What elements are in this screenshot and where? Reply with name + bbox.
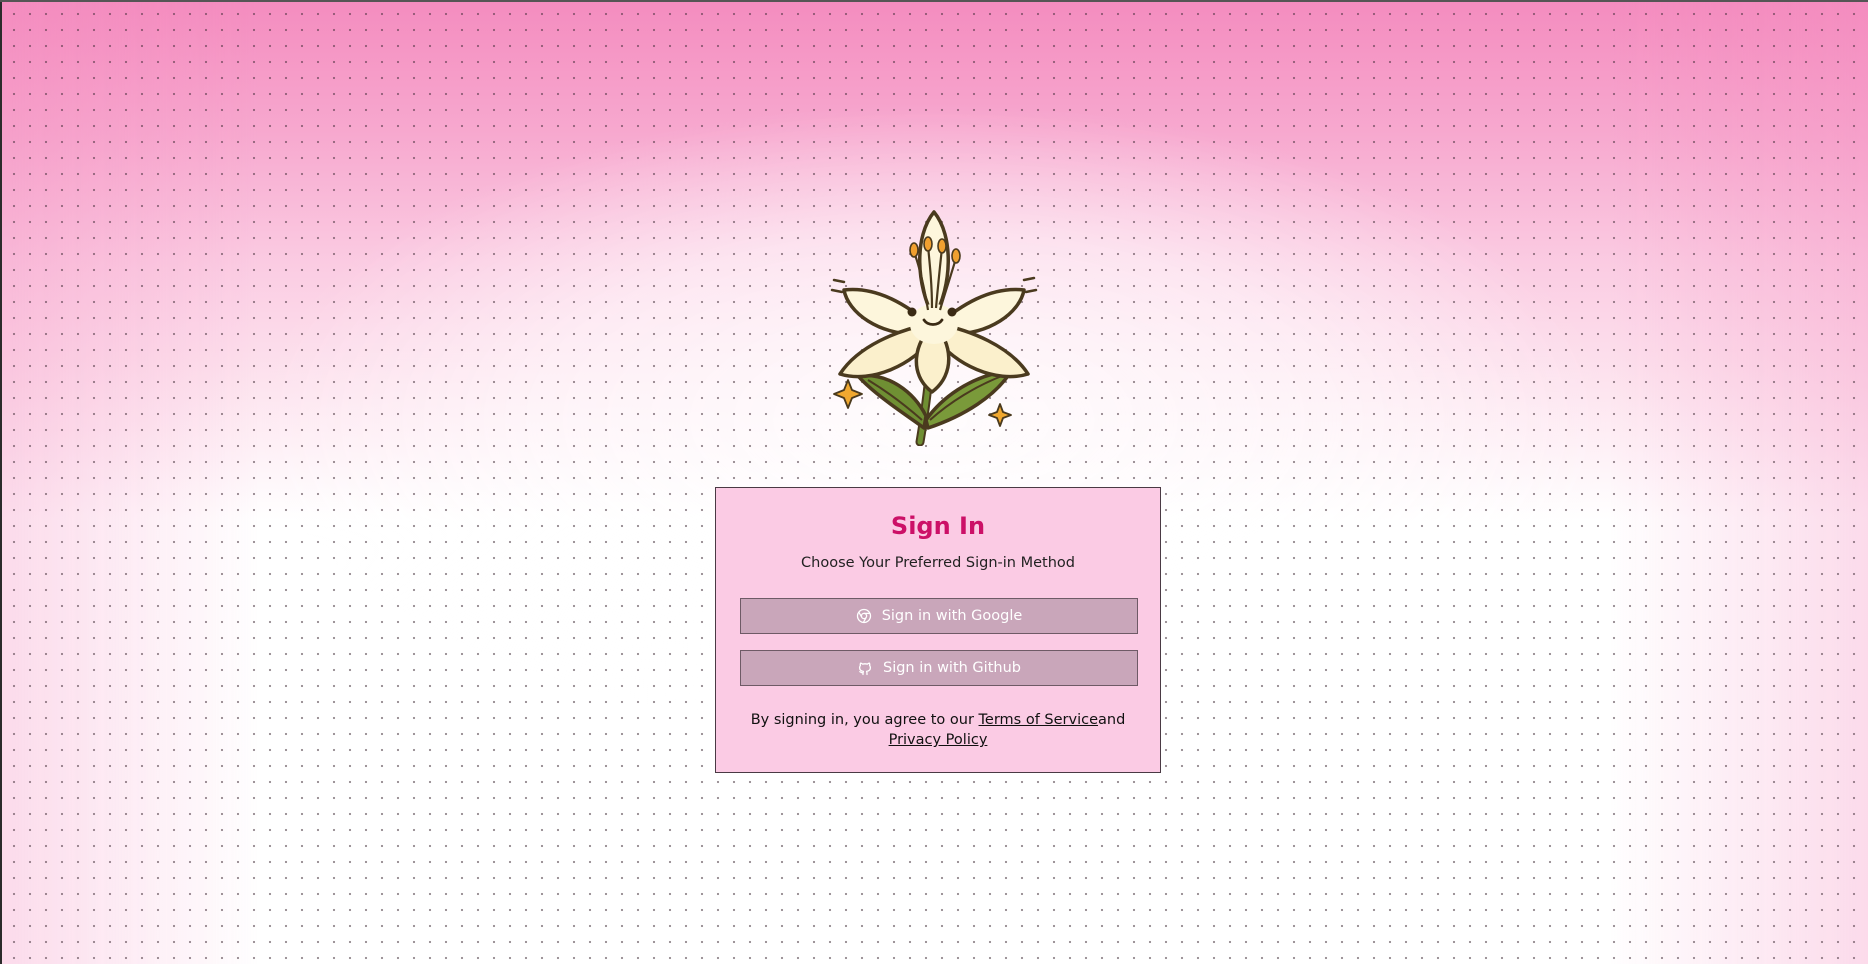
legal-prefix: By signing in, you agree to our: [750, 712, 979, 728]
card-subtitle: Choose Your Preferred Sign-in Method: [801, 555, 1075, 571]
dot-grid-pattern: [0, 0, 1868, 964]
window-edge-top: [0, 0, 1868, 2]
terms-of-service-link[interactable]: Terms of Service: [979, 712, 1098, 728]
chrome-icon: [856, 608, 872, 624]
github-icon: [857, 660, 873, 676]
window-edge-left: [0, 0, 2, 964]
legal-connector: and: [1098, 712, 1126, 728]
sign-in-google-button[interactable]: Sign in with Google: [740, 598, 1138, 634]
card-title: Sign In: [890, 512, 986, 540]
sign-in-github-button[interactable]: Sign in with Github: [740, 650, 1138, 686]
legal-notice: By signing in, you agree to our Terms of…: [746, 710, 1130, 750]
sign-in-google-label: Sign in with Google: [881, 608, 1023, 624]
privacy-policy-link[interactable]: Privacy Policy: [889, 732, 988, 748]
sign-in-card: Sign In Choose Your Preferred Sign-in Me…: [715, 487, 1161, 773]
sign-in-github-label: Sign in with Github: [883, 660, 1021, 676]
lily-flower-icon: [828, 206, 1040, 447]
